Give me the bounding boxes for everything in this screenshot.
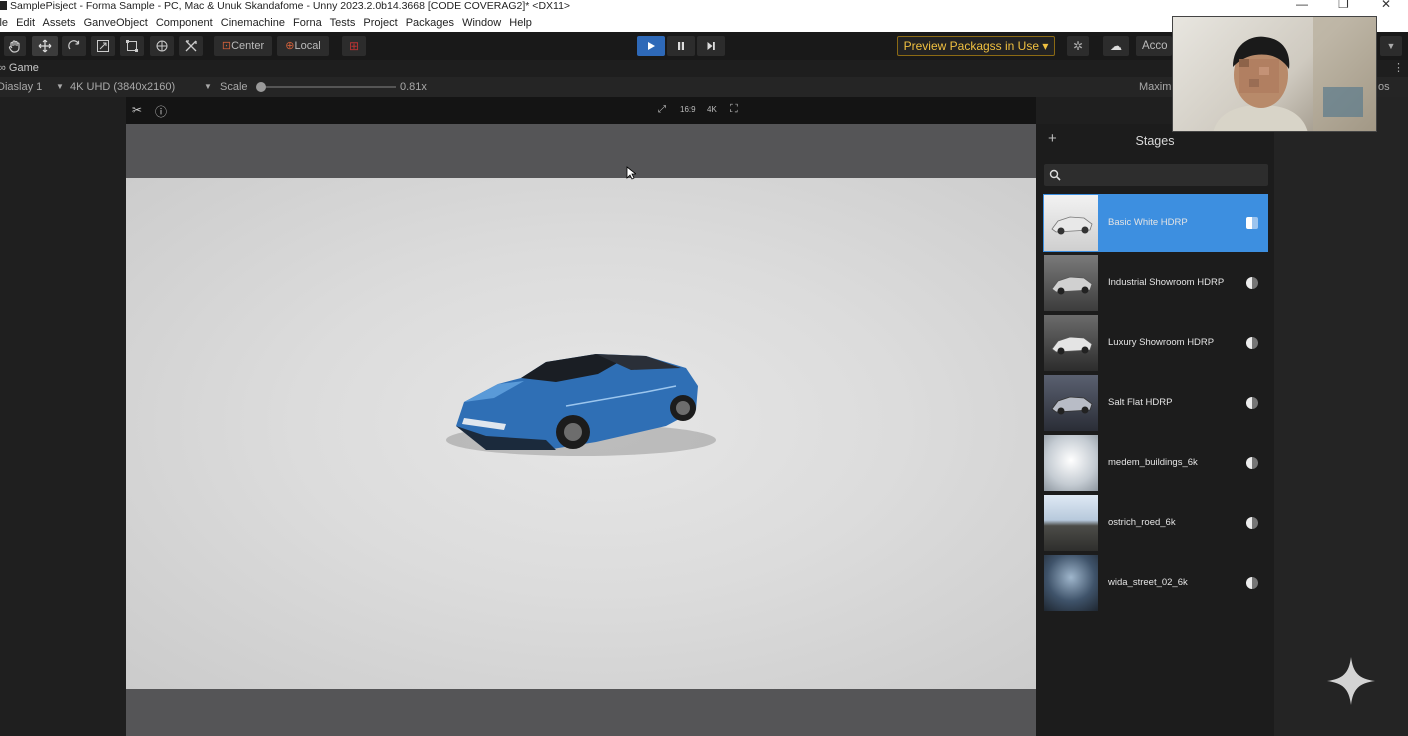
stages-title: Stages (1135, 134, 1175, 148)
stage-item-modern-buildings[interactable]: medem_buildings_6k (1043, 434, 1268, 492)
maximize-toggle[interactable]: Maxim (1139, 77, 1171, 97)
display-dropdown[interactable]: Diaslay 1 (0, 77, 42, 97)
menu-tests[interactable]: Tests (330, 17, 356, 29)
resolution-chevron-icon[interactable]: ▼ (204, 77, 212, 97)
search-icon (1049, 169, 1061, 181)
stage-thumbnail (1044, 435, 1098, 491)
fullscreen-icon[interactable]: ⤢ (658, 104, 666, 115)
stage-item-wide-street[interactable]: wida_street_02_6k (1043, 554, 1268, 612)
step-button[interactable] (697, 36, 725, 56)
pivot-label: Center (231, 40, 265, 52)
stage-item-salt-flat[interactable]: Salt Flat HDRP (1043, 374, 1268, 432)
grid-snap-icon[interactable]: ⊞ (342, 36, 366, 56)
info-icon[interactable]: ⓘ (155, 103, 167, 120)
custom-tool-icon[interactable] (179, 36, 203, 56)
pivot-icon: ⊡ (221, 40, 232, 52)
preview-packages-button[interactable]: Preview Packagss in Use ▾ (897, 36, 1055, 56)
rect-tool-icon[interactable] (120, 36, 144, 56)
close-button[interactable]: ✕ (1381, 0, 1391, 10)
stage-label: Basic White HDRP (1108, 217, 1188, 228)
resolution-dropdown[interactable]: 4K UHD (3840x2160) (70, 77, 175, 97)
restore-button[interactable]: ❐ (1338, 0, 1349, 10)
window-title-bar: SamplePisject - Forma Sample - PC, Mac &… (0, 0, 1408, 14)
sparkle-icon (1325, 655, 1377, 710)
webcam-overlay (1172, 16, 1377, 132)
menu-edit[interactable]: Edit (16, 17, 35, 29)
settings-sun-icon[interactable]: ✲ (1067, 36, 1089, 56)
transform-tool-icon[interactable] (150, 36, 174, 56)
menu-help[interactable]: Help (509, 17, 532, 29)
game-tab[interactable]: Game (9, 62, 39, 74)
resolution-4k-icon[interactable]: 4K (707, 105, 717, 114)
stage-thumbnail (1044, 255, 1098, 311)
stage-item-ostrich-road[interactable]: ostrich_roed_6k (1043, 494, 1268, 552)
pivot-center-toggle[interactable]: ⊡Center (214, 36, 272, 56)
menu-assets[interactable]: Assets (43, 17, 76, 29)
stage-label: wida_street_02_6k (1108, 577, 1188, 588)
stage-toggle-icon[interactable] (1246, 397, 1258, 409)
minimize-button[interactable]: — (1296, 0, 1308, 10)
stage-search-input[interactable] (1044, 164, 1268, 186)
menu-window[interactable]: Window (462, 17, 501, 29)
screenshot-icon[interactable]: ⛶ (730, 103, 738, 116)
stage-label: ostrich_roed_6k (1108, 517, 1176, 528)
scale-slider-track[interactable] (258, 86, 396, 88)
more-options-icon[interactable]: ⋮ (1393, 60, 1404, 77)
account-button[interactable]: Acco (1136, 36, 1172, 56)
hand-tool-icon[interactable] (4, 36, 26, 56)
person-video (1213, 17, 1376, 131)
scale-label: Scale (220, 81, 248, 93)
aspect-16-9-icon[interactable]: 16:9 (680, 105, 696, 114)
cloud-icon[interactable]: ☁ (1103, 36, 1129, 56)
scale-slider-thumb[interactable] (256, 82, 266, 92)
stage-toggle-icon[interactable] (1246, 517, 1258, 529)
stage-toggle-icon[interactable] (1246, 337, 1258, 349)
rotate-tool-icon[interactable] (62, 36, 86, 56)
gamepad-icon: ∞ (0, 62, 6, 74)
stage-item-industrial-showroom[interactable]: Industrial Showroom HDRP (1043, 254, 1268, 312)
stage-label: Luxury Showroom HDRP (1108, 337, 1215, 348)
stage-toggle-icon[interactable] (1246, 457, 1258, 469)
stage-toggle-icon[interactable] (1246, 217, 1258, 229)
play-button[interactable] (637, 36, 665, 56)
stage-label: Industrial Showroom HDRP (1108, 277, 1225, 288)
inspector-area (1274, 97, 1408, 736)
menu-file[interactable]: ile (0, 17, 8, 29)
space-label: Local (294, 40, 321, 52)
menu-forma[interactable]: Forna (293, 17, 322, 29)
pivot-local-toggle[interactable]: ⊕Local (277, 36, 329, 56)
stage-label: Salt Flat HDRP (1108, 397, 1173, 408)
display-chevron-icon[interactable]: ▼ (56, 77, 64, 97)
scale-tool-icon[interactable] (91, 36, 115, 56)
stage-toggle-icon[interactable] (1246, 277, 1258, 289)
stage-label: medem_buildings_6k (1108, 457, 1198, 468)
pause-button[interactable] (667, 36, 695, 56)
menu-packages[interactable]: Packages (406, 17, 454, 29)
stage-item-luxury-showroom[interactable]: Luxury Showroom HDRP (1043, 314, 1268, 372)
mouse-cursor (626, 166, 638, 183)
stage-thumbnail (1044, 375, 1098, 431)
stage-thumbnail (1044, 195, 1098, 251)
scale-value: 0.81x (400, 81, 427, 93)
stage-thumbnail (1044, 495, 1098, 551)
render-canvas[interactable] (126, 178, 1036, 689)
stage-thumbnail (1044, 315, 1098, 371)
stage-thumbnail (1044, 555, 1098, 611)
stats-toggle[interactable]: os (1378, 77, 1390, 97)
car-render (446, 354, 716, 456)
menu-cinemachine[interactable]: Cinemachine (221, 17, 285, 29)
layout-dropdown-icon[interactable]: ▼ (1380, 36, 1402, 56)
stage-toggle-icon[interactable] (1246, 577, 1258, 589)
menu-component[interactable]: Component (156, 17, 213, 29)
viewport-toolbar: ✂ ⓘ ⤢ 16:9 4K ⛶ (126, 97, 1036, 124)
menu-gameobject[interactable]: GanveObject (84, 17, 148, 29)
tools-icon[interactable]: ✂ (132, 103, 142, 117)
stage-item-basic-white[interactable]: Basic White HDRP (1043, 194, 1268, 252)
move-tool-icon[interactable] (32, 36, 58, 56)
menu-project[interactable]: Project (363, 17, 397, 29)
window-title: SamplePisject - Forma Sample - PC, Mac &… (0, 0, 570, 12)
